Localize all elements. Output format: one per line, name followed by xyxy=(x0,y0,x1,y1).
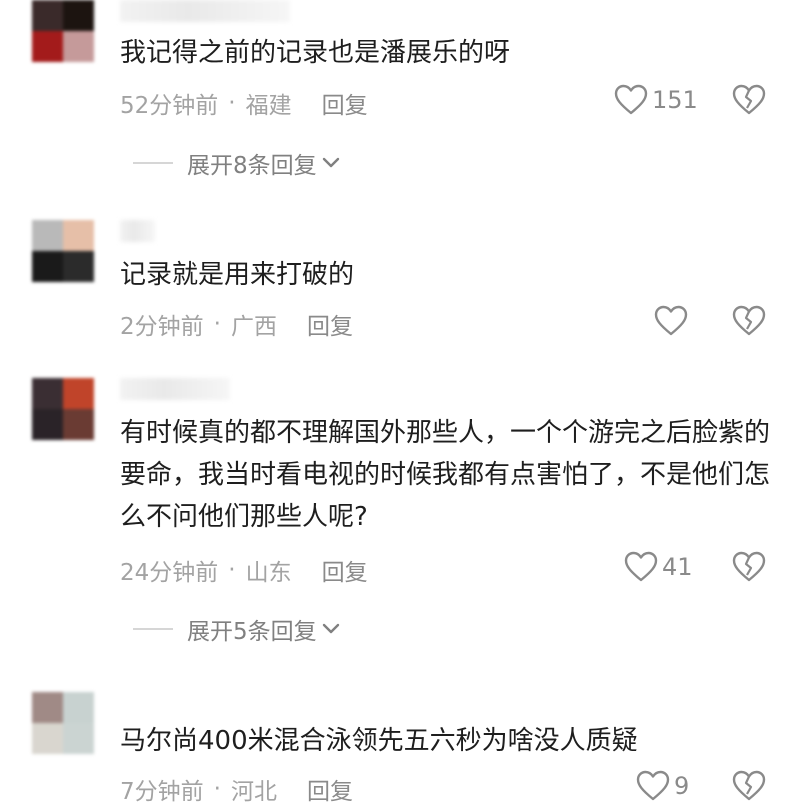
separator-dot: · xyxy=(213,311,221,337)
broken-heart-icon[interactable] xyxy=(732,551,766,583)
broken-heart-icon[interactable] xyxy=(732,770,766,802)
divider-line xyxy=(133,162,173,164)
username-blurred[interactable] xyxy=(120,220,155,242)
username-blurred[interactable] xyxy=(120,378,230,400)
reply-button[interactable]: 回复 xyxy=(307,307,353,341)
comment-location: 广西 xyxy=(230,314,277,340)
heart-outline-icon xyxy=(636,770,670,801)
like-button[interactable]: 9 xyxy=(636,770,689,802)
separator-dot: · xyxy=(213,776,221,802)
avatar[interactable] xyxy=(32,378,94,440)
heart-outline-icon xyxy=(614,84,648,115)
comment-time: 52分钟前 xyxy=(120,93,219,119)
comment-meta: 24分钟前 · 山东 回复 xyxy=(120,553,368,587)
reply-button[interactable]: 回复 xyxy=(322,86,368,120)
like-count: 151 xyxy=(652,86,698,114)
comment-text: 记录就是用来打破的 xyxy=(120,260,355,290)
expand-replies-button[interactable]: 展开8条回复 xyxy=(133,146,341,180)
separator-dot: · xyxy=(228,90,236,116)
like-button[interactable]: 41 xyxy=(624,551,693,583)
like-button[interactable]: 151 xyxy=(614,84,698,116)
expand-replies-label: 展开5条回复 xyxy=(187,619,317,645)
heart-outline-icon xyxy=(624,551,658,582)
comment-location: 河北 xyxy=(230,779,277,805)
like-button[interactable] xyxy=(654,305,692,337)
reply-button[interactable]: 回复 xyxy=(307,772,353,806)
expand-replies-label: 展开8条回复 xyxy=(187,153,317,179)
reply-button[interactable]: 回复 xyxy=(322,553,368,587)
comment-location: 福建 xyxy=(245,93,292,119)
username-blurred[interactable] xyxy=(120,0,290,22)
chevron-down-icon xyxy=(322,157,339,168)
comment-meta: 7分钟前 · 河北 回复 xyxy=(120,772,353,806)
comment-text: 马尔尚400米混合泳领先五六秒为啥没人质疑 xyxy=(120,726,638,756)
comment-time: 2分钟前 xyxy=(120,314,204,340)
broken-heart-icon[interactable] xyxy=(732,84,766,116)
comment-time: 24分钟前 xyxy=(120,560,219,586)
like-count: 9 xyxy=(674,772,690,800)
comment-text: 有时候真的都不理解国外那些人，一个个游完之后脸紫的要命，我当时看电视的时候我都有… xyxy=(120,418,771,532)
divider-line xyxy=(133,628,173,630)
separator-dot: · xyxy=(228,557,236,583)
expand-replies-button[interactable]: 展开5条回复 xyxy=(133,612,341,646)
heart-outline-icon xyxy=(654,305,688,336)
comment-meta: 2分钟前 · 广西 回复 xyxy=(120,307,353,341)
avatar[interactable] xyxy=(32,692,94,754)
avatar[interactable] xyxy=(32,220,94,282)
comment-location: 山东 xyxy=(245,560,292,586)
broken-heart-icon[interactable] xyxy=(732,305,766,337)
comment-meta: 52分钟前 · 福建 回复 xyxy=(120,86,368,120)
like-count: 41 xyxy=(662,553,693,581)
avatar[interactable] xyxy=(32,0,94,62)
comment-time: 7分钟前 xyxy=(120,779,204,805)
chevron-down-icon xyxy=(322,623,339,634)
comment-text: 我记得之前的记录也是潘展乐的呀 xyxy=(120,38,511,68)
